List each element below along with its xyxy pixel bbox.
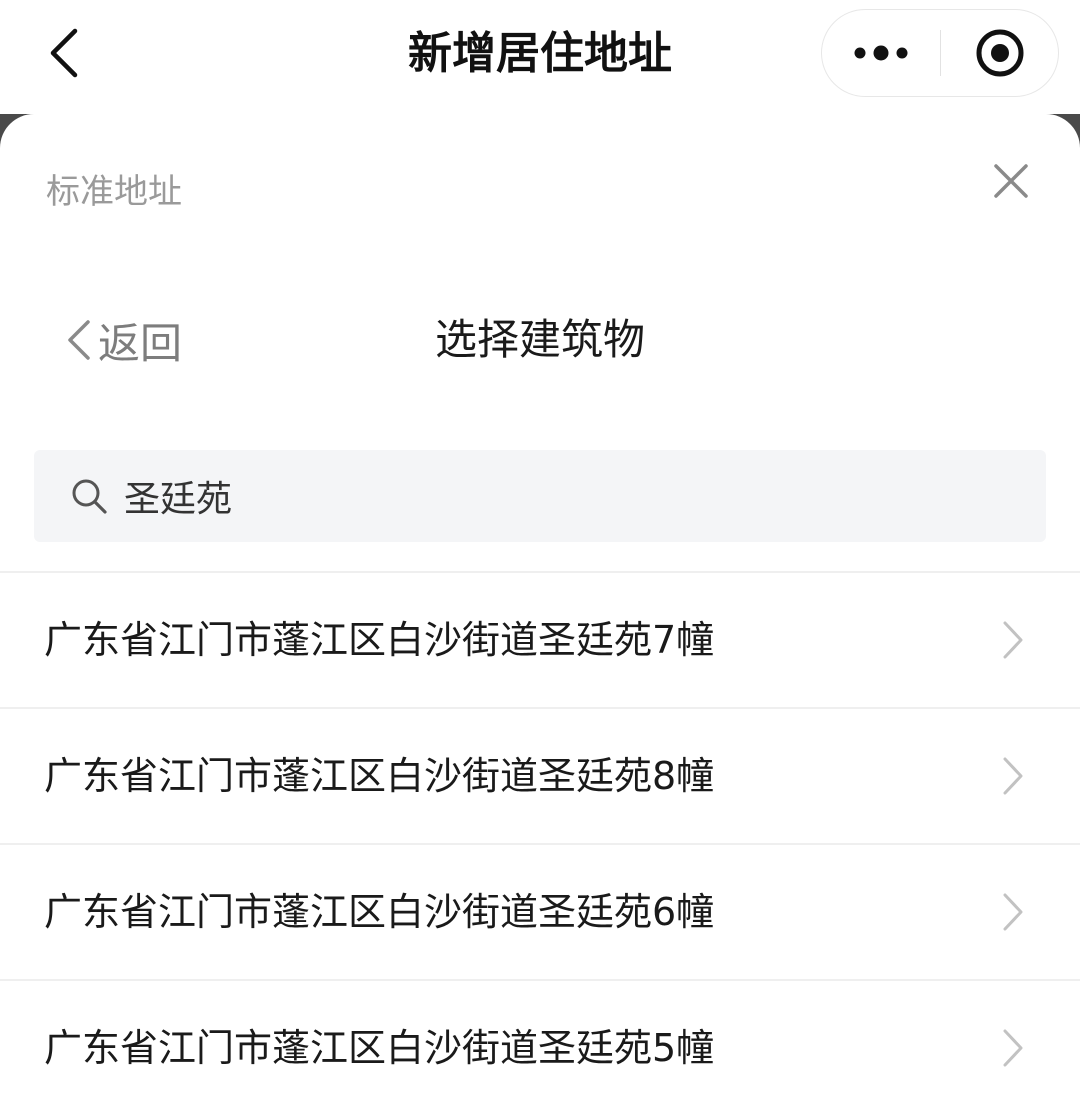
mini-program-close-button[interactable] (941, 10, 1059, 96)
search-input[interactable] (122, 474, 986, 518)
chevron-right-icon (996, 1025, 1030, 1071)
chevron-left-icon (50, 28, 78, 78)
sheet-close-button[interactable] (984, 154, 1038, 208)
search-bar[interactable] (34, 450, 1046, 542)
top-navigation-bar: 新增居住地址 (0, 0, 1080, 114)
list-item[interactable]: 广东省江门市蓬江区白沙街道圣廷苑6幢 (0, 845, 1080, 981)
back-link-label: 返回 (98, 318, 183, 368)
list-item-label: 广东省江门市蓬江区白沙街道圣廷苑5幢 (44, 1026, 715, 1070)
mini-program-capsule (821, 9, 1059, 97)
more-dots-icon (854, 45, 908, 61)
list-item[interactable]: 广东省江门市蓬江区白沙街道圣廷苑5幢 (0, 981, 1080, 1113)
list-item-label: 广东省江门市蓬江区白沙街道圣廷苑6幢 (44, 890, 715, 934)
building-result-list: 广东省江门市蓬江区白沙街道圣廷苑7幢 广东省江门市蓬江区白沙街道圣廷苑8幢 广东… (0, 571, 1080, 1113)
chevron-left-icon (68, 320, 90, 360)
list-item-label: 广东省江门市蓬江区白沙街道圣廷苑8幢 (44, 754, 715, 798)
back-link[interactable]: 返回 (66, 310, 182, 370)
list-item[interactable]: 广东省江门市蓬江区白沙街道圣廷苑8幢 (0, 709, 1080, 845)
search-icon (72, 479, 107, 514)
nav-back-button[interactable] (36, 22, 92, 84)
list-item[interactable]: 广东省江门市蓬江区白沙街道圣廷苑7幢 (0, 573, 1080, 709)
list-item-label: 广东省江门市蓬江区白沙街道圣廷苑7幢 (44, 618, 715, 662)
close-x-icon (994, 164, 1028, 198)
more-menu-button[interactable] (822, 10, 940, 96)
chevron-right-icon (996, 889, 1030, 935)
chevron-right-icon (996, 753, 1030, 799)
target-circle-icon (976, 29, 1024, 77)
address-bottom-sheet: 标准地址 返回 选择建筑物 广东省江门市蓬江区白沙街道圣廷苑7幢 广东省江门市蓬… (0, 114, 1080, 1113)
sheet-header-title: 标准地址 (46, 172, 182, 212)
chevron-right-icon (996, 617, 1030, 663)
